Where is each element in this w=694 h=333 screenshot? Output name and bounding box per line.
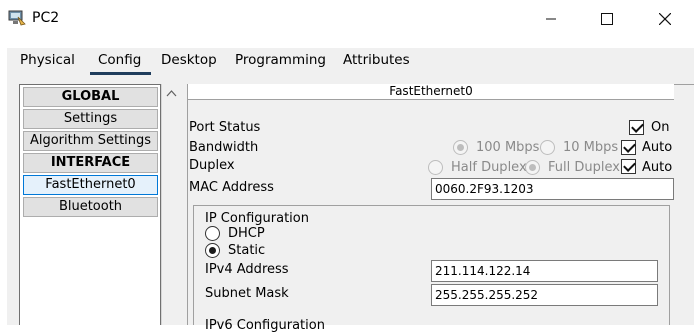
duplex-auto-label: Auto: [642, 160, 673, 175]
tab-physical[interactable]: Physical: [20, 52, 75, 68]
chevron-up-icon[interactable]: [166, 89, 177, 97]
static-radio[interactable]: [205, 243, 220, 258]
pc-icon: [8, 10, 26, 26]
port-status-checkbox[interactable]: [629, 120, 644, 135]
bandwidth-100-label: 100 Mbps: [476, 140, 540, 155]
full-duplex-radio[interactable]: [525, 160, 540, 175]
sidebar-header-global: GLOBAL: [23, 87, 158, 107]
sidebar-header-interface: INTERFACE: [23, 153, 158, 173]
sidebar-item-algorithm-settings[interactable]: Algorithm Settings: [23, 131, 158, 151]
ipv6-configuration-title: IPv6 Configuration: [205, 318, 325, 333]
tab-attributes[interactable]: Attributes: [343, 52, 410, 68]
ipv4-address-field[interactable]: 211.114.122.14: [431, 260, 658, 282]
mac-address-field[interactable]: 0060.2F93.1203: [431, 178, 674, 200]
maximize-button[interactable]: [576, 0, 638, 38]
panel-title: FastEthernet0: [188, 84, 674, 100]
title-bar: PC2: [0, 0, 694, 38]
dhcp-radio[interactable]: [205, 226, 220, 241]
bandwidth-10-label: 10 Mbps: [563, 140, 619, 155]
close-button[interactable]: [634, 0, 694, 38]
tab-config[interactable]: Config: [89, 52, 152, 75]
port-status-on-label: On: [651, 120, 670, 135]
port-status-label: Port Status: [189, 120, 261, 135]
config-sidebar: GLOBAL Settings Algorithm Settings INTER…: [19, 84, 161, 325]
window-title: PC2: [32, 10, 60, 26]
static-label: Static: [228, 243, 266, 258]
maximize-icon: [601, 13, 613, 25]
subnet-mask-label: Subnet Mask: [205, 286, 289, 301]
dhcp-label: DHCP: [228, 226, 265, 241]
full-duplex-label: Full Duplex: [548, 160, 620, 175]
tab-desktop[interactable]: Desktop: [161, 52, 217, 68]
duplex-label: Duplex: [189, 158, 235, 173]
mac-address-label: MAC Address: [189, 180, 274, 195]
subnet-mask-field[interactable]: 255.255.255.252: [431, 284, 658, 306]
sidebar-item-bluetooth[interactable]: Bluetooth: [23, 197, 158, 217]
tab-bar: Physical Config Desktop Programming Attr…: [7, 48, 694, 75]
close-icon: [659, 13, 671, 25]
minimize-button[interactable]: [520, 0, 582, 38]
half-duplex-radio[interactable]: [428, 160, 443, 175]
minimize-icon: [546, 18, 556, 20]
bandwidth-auto-label: Auto: [642, 140, 673, 155]
bandwidth-auto-checkbox[interactable]: [621, 140, 636, 155]
sidebar-scrollbar[interactable]: [161, 84, 181, 325]
bandwidth-100-radio[interactable]: [453, 140, 468, 155]
half-duplex-label: Half Duplex: [451, 160, 527, 175]
duplex-auto-checkbox[interactable]: [621, 159, 636, 174]
bandwidth-10-radio[interactable]: [540, 140, 555, 155]
ip-configuration-title: IP Configuration: [205, 211, 309, 226]
ipv4-address-label: IPv4 Address: [205, 262, 289, 277]
sidebar-item-fastethernet0[interactable]: FastEthernet0: [23, 175, 158, 195]
tab-programming[interactable]: Programming: [235, 52, 326, 68]
bandwidth-label: Bandwidth: [189, 140, 259, 155]
sidebar-item-settings[interactable]: Settings: [23, 109, 158, 129]
